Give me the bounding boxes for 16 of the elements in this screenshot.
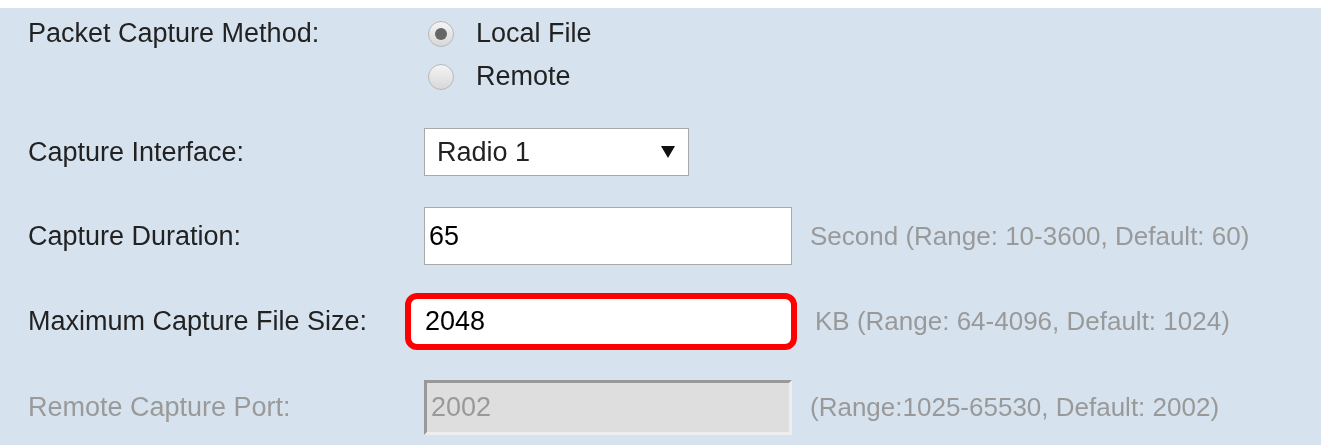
dropdown-arrow-icon [660,145,676,159]
field-label: Capture Duration: [28,219,243,253]
field-hint: (Range:1025-65530, Default: 2002) [810,391,1220,424]
field-label: Packet Capture Method: [28,17,321,50]
radio-option[interactable]: Local File [428,12,592,55]
field-hint: KB (Range: 64-4096, Default: 1024) [815,305,1230,338]
dropdown[interactable]: Radio 1 [424,128,689,176]
field-label: Remote Capture Port: [28,391,292,425]
field-label: Maximum Capture File Size: [28,305,369,339]
field-label: Capture Interface: [28,135,246,169]
radio-option[interactable]: Remote [428,55,592,98]
input-field[interactable]: 65 [424,207,792,265]
input-field[interactable]: 2048 [405,293,797,350]
radio-button[interactable] [428,63,454,90]
radio-button[interactable] [428,20,454,47]
field-hint: Second (Range: 10-3600, Default: 60) [810,219,1250,253]
